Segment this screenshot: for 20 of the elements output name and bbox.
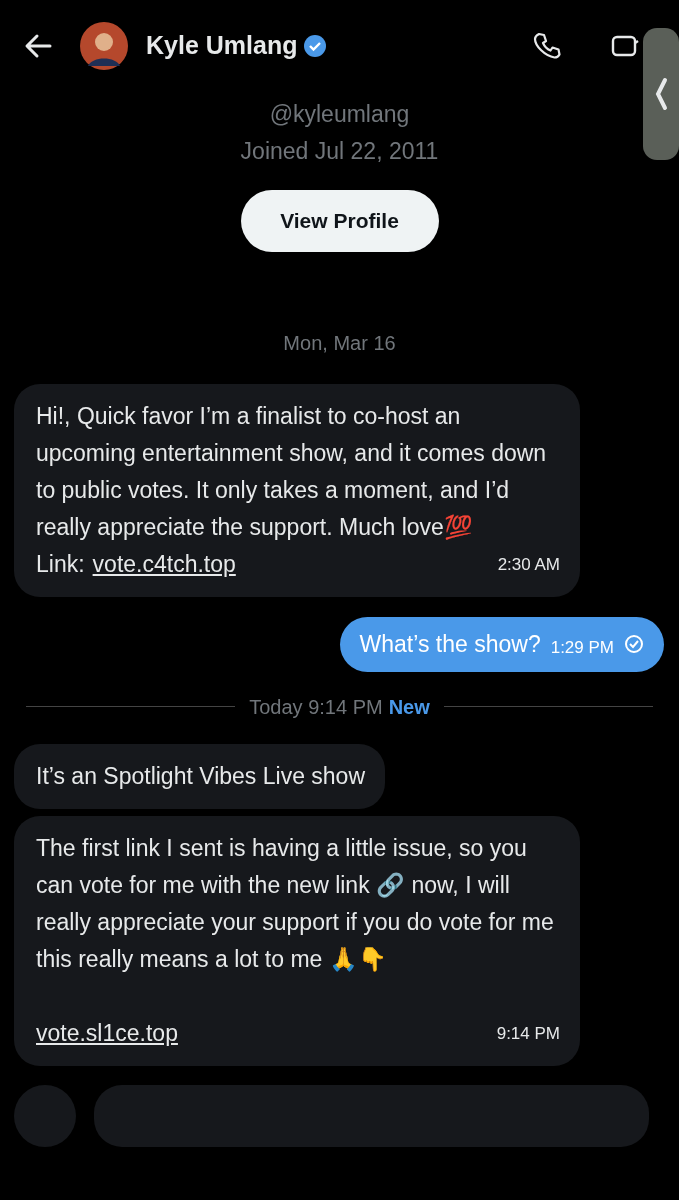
message-link[interactable]: vote.c4tch.top — [92, 546, 236, 583]
phone-icon[interactable] — [531, 30, 563, 62]
timestamp-label: Today 9:14 PM — [249, 694, 383, 720]
date-label: Mon, Mar 16 — [282, 331, 397, 356]
username: @kyleumlang — [269, 100, 410, 129]
avatar[interactable] — [80, 22, 128, 70]
message-time: 2:30 AM — [497, 554, 560, 576]
message-link[interactable]: vote.sl1ce.top — [36, 1014, 178, 1052]
view-profile-button[interactable]: View Profile — [240, 190, 439, 252]
message-time: 9:14 PM — [496, 1022, 560, 1045]
new-label: New — [388, 694, 430, 720]
side-panel-handle[interactable] — [643, 28, 679, 160]
join-date: Joined Jul 22, 2011 — [240, 137, 439, 166]
message-text: What’s the show? — [359, 630, 541, 659]
message-time: 1:29 PM — [550, 636, 614, 659]
contact-name: Kyle Umlang — [146, 30, 298, 62]
message-field[interactable] — [94, 1084, 649, 1147]
message-text: The first link I sent is having a little issue, so you can vote for me with the new link 🔗 now, I will really appreciate your support if you do vote for me this really means a lot to me 🙏👇 — [36, 833, 555, 974]
link-label: Link: — [36, 550, 85, 579]
message-text: It’s an Spotlight Vibes Live show — [36, 761, 366, 791]
